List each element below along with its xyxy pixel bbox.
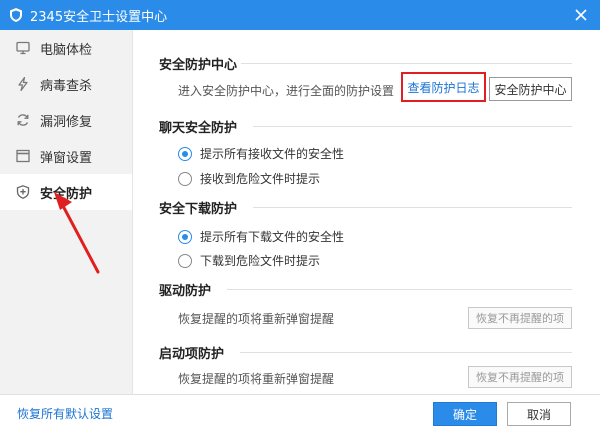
radio-unchecked[interactable]: [178, 253, 192, 268]
section-title-security-center: 安全防护中心: [159, 58, 238, 73]
sidebar-item-checkup[interactable]: 电脑体检: [0, 30, 132, 66]
radio-unchecked[interactable]: [178, 171, 192, 186]
sidebar-item-label: 漏洞修复: [40, 114, 93, 130]
radio-checked[interactable]: [178, 229, 192, 244]
driver-protection-description: 恢复提醒的项将重新弹窗提醒: [178, 312, 335, 326]
window-icon: [16, 149, 30, 163]
security-center-description: 进入安全防护中心，进行全面的防护设置: [178, 84, 395, 98]
radio-label: 提示所有接收文件的安全性: [200, 147, 345, 161]
restore-defaults-link[interactable]: 恢复所有默认设置: [17, 405, 113, 422]
radio-checked[interactable]: [178, 146, 192, 161]
window-title: 2345安全卫士设置中心: [30, 9, 168, 25]
section-title-chat-protection: 聊天安全防护: [159, 121, 238, 136]
settings-content: 安全防护中心 进入安全防护中心，进行全面的防护设置 查看防护日志 安全防护中心 …: [134, 30, 600, 394]
sidebar-item-vuln-fix[interactable]: 漏洞修复: [0, 102, 132, 138]
sidebar-item-label: 安全防护: [40, 186, 93, 202]
radio-label: 接收到危险文件时提示: [200, 172, 321, 186]
sidebar-item-security[interactable]: 安全防护: [0, 174, 132, 210]
restore-driver-reminders-button[interactable]: 恢复不再提醒的项: [468, 307, 572, 329]
download-option-all[interactable]: 提示所有下载文件的安全性: [178, 228, 344, 245]
cancel-button[interactable]: 取消: [507, 402, 571, 426]
section-divider: [253, 207, 572, 208]
sidebar: 电脑体检 病毒查杀 漏洞修复 弹窗设置 安全防护: [0, 30, 133, 394]
chat-option-danger[interactable]: 接收到危险文件时提示: [178, 170, 320, 187]
sidebar-item-label: 电脑体检: [40, 42, 93, 58]
radio-label: 下载到危险文件时提示: [200, 254, 321, 268]
section-divider: [253, 126, 572, 127]
sidebar-item-virus-scan[interactable]: 病毒查杀: [0, 66, 132, 102]
section-title-startup-protection: 启动项防护: [159, 347, 225, 362]
download-option-danger[interactable]: 下载到危险文件时提示: [178, 252, 320, 269]
close-icon[interactable]: [572, 6, 590, 24]
restore-startup-reminders-button[interactable]: 恢复不再提醒的项: [468, 366, 572, 388]
monitor-icon: [16, 41, 30, 55]
section-title-download-protection: 安全下载防护: [159, 202, 238, 217]
title-bar: 2345安全卫士设置中心: [0, 0, 600, 30]
footer-bar: 恢复所有默认设置 确定 取消: [0, 394, 600, 434]
sidebar-item-label: 病毒查杀: [40, 78, 93, 94]
refresh-icon: [17, 114, 29, 126]
sidebar-item-popup[interactable]: 弹窗设置: [0, 138, 132, 174]
radio-label: 提示所有下载文件的安全性: [200, 230, 345, 244]
section-divider: [240, 352, 572, 353]
section-title-driver-protection: 驱动防护: [159, 284, 212, 299]
startup-protection-description: 恢复提醒的项将重新弹窗提醒: [178, 372, 335, 386]
chat-option-all[interactable]: 提示所有接收文件的安全性: [178, 145, 344, 162]
lightning-icon: [18, 77, 28, 91]
section-divider: [227, 289, 572, 290]
section-divider: [241, 63, 572, 64]
shield-icon: [16, 185, 30, 199]
view-protection-log-link[interactable]: 查看防护日志: [401, 72, 486, 102]
security-center-button[interactable]: 安全防护中心: [489, 77, 572, 101]
shield-logo-icon: [10, 8, 22, 22]
sidebar-item-label: 弹窗设置: [40, 150, 93, 166]
ok-button[interactable]: 确定: [433, 402, 497, 426]
